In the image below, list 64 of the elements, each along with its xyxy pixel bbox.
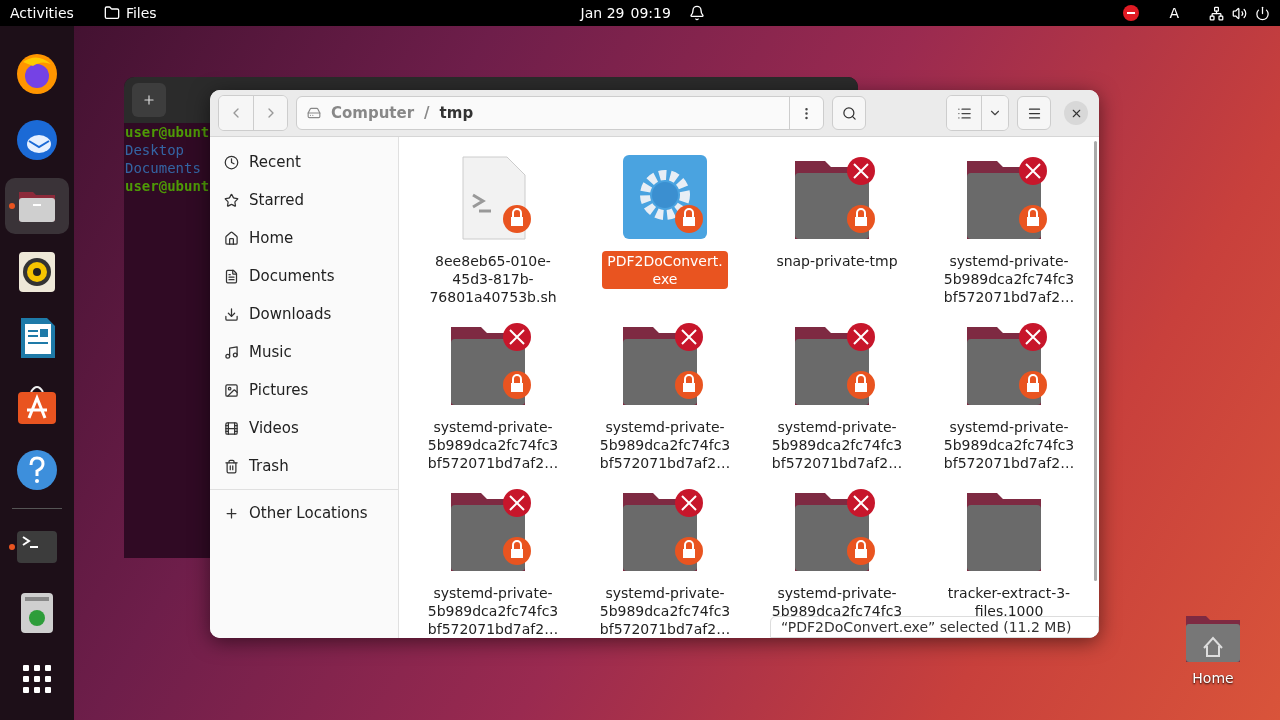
terminal-line: Desktop [124,141,184,159]
keyboard-layout[interactable]: A [1169,5,1179,21]
thunderbird-icon [15,118,59,162]
clock-date[interactable]: Jan 29 [580,5,625,21]
path-bar[interactable]: Computer / tmp [296,96,824,130]
music-note-icon [224,344,239,360]
menu-button[interactable] [1017,96,1051,130]
home-folder-icon [1184,614,1242,664]
dock-item[interactable] [5,178,69,234]
sidebar-item[interactable]: Trash [210,447,398,485]
status-overlay: “PDF2DoConvert.exe” selected (11.2 MB) [770,616,1099,638]
sidebar-item[interactable]: Videos [210,409,398,447]
network-icon [1209,5,1224,21]
plus-icon [142,93,156,107]
drive-icon [307,106,321,120]
document-icon [224,268,239,284]
sidebar-item[interactable]: Home [210,219,398,257]
volume-icon [1232,5,1247,21]
desktop-icon-label[interactable]: Home [1192,670,1234,686]
file-name[interactable]: systemd-private- 5b989dca2fc74fc3 bf572071bd7af2… [422,583,564,638]
activities-button[interactable]: Activities [10,5,74,21]
help-icon [15,448,59,492]
terminal-line: user@ubunt [124,123,210,141]
file-name[interactable]: systemd-private- 5b989dca2fc74fc3 bf572071bd7af2… [594,417,736,473]
list-icon [956,105,972,121]
sidebar-item[interactable]: Downloads [210,295,398,333]
close-button[interactable] [1064,101,1088,125]
clock-icon [224,154,239,170]
film-icon [224,420,239,436]
file-name[interactable]: systemd-private- 5b989dca2fc74fc3 bf572071bd7af2… [938,251,1080,307]
sidebar-item[interactable]: Starred [210,181,398,219]
power-icon [1255,5,1270,21]
file-name[interactable]: PDF2DoConvert. exe [602,251,728,289]
path-separator: / [424,104,430,122]
app-menu[interactable]: Files [125,5,157,21]
star-icon [224,192,239,208]
terminal-line: Documents [124,159,201,177]
file-name[interactable]: systemd-private- 5b989dca2fc74fc3 bf572071bd7af2… [766,417,908,473]
search-icon [841,105,857,121]
menu-icon [1026,105,1042,121]
image-icon [224,382,239,398]
do-not-disturb-icon [1123,5,1140,21]
sidebar-item[interactable]: Pictures [210,371,398,409]
terminal-line: user@ubunt [124,177,210,195]
firefox-icon [15,52,59,96]
file-name[interactable]: systemd-private- 5b989dca2fc74fc3 bf572071bd7af2… [594,583,736,638]
search-button[interactable] [832,96,866,130]
trash-icon [224,458,239,474]
bell-icon [688,5,705,21]
download-icon [224,306,239,322]
path-crumb[interactable]: tmp [439,104,474,122]
new-tab-button[interactable] [132,83,166,117]
file-name[interactable]: snap-private-tmp [771,251,903,271]
sidebar-item[interactable]: Documents [210,257,398,295]
home-icon [224,230,239,246]
folder-icon [103,5,120,21]
sidebar-item[interactable]: Recent [210,143,398,181]
clock-time[interactable]: 09:19 [630,5,671,21]
file-name[interactable]: 8ee8eb65-010e- 45d3-817b- 76801a40753b.sh [424,251,562,307]
other-locations-item[interactable]: Other Locations [210,494,398,532]
sidebar-item[interactable]: Music [210,333,398,371]
plus-icon [224,505,239,521]
file-name[interactable]: systemd-private- 5b989dca2fc74fc3 bf572071bd7af2… [422,417,564,473]
file-name[interactable]: systemd-private- 5b989dca2fc74fc3 bf572071bd7af2… [938,417,1080,473]
